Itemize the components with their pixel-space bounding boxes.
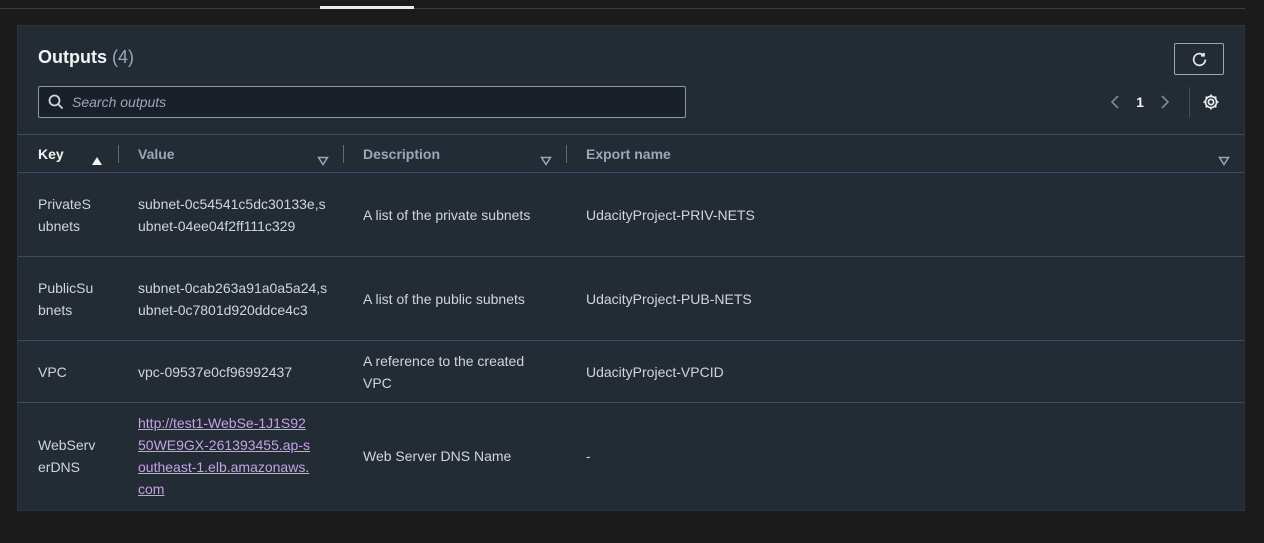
cell-export-name: UdacityProject-PUB-NETS	[586, 288, 986, 310]
sort-indicator-icon[interactable]	[1218, 135, 1230, 173]
gear-icon	[1202, 93, 1220, 111]
table-row: PrivateSubnets subnet-0c54541c5dc30133e,…	[18, 173, 1244, 257]
preferences-button[interactable]	[1202, 92, 1220, 112]
cell-value-text: subnet-0c54541c5dc30133e,subnet-04ee04f2…	[138, 196, 326, 234]
web-server-dns-link[interactable]: http://test1-WebSe-1J1S9250WE9GX-2613934…	[138, 412, 313, 500]
next-page-button[interactable]	[1156, 92, 1174, 112]
pagination: 1	[1106, 92, 1174, 112]
search-input[interactable]	[64, 87, 685, 117]
cell-description-text: A list of the public subnets	[363, 291, 525, 307]
sort-ascending-icon[interactable]	[91, 135, 103, 173]
cell-value: subnet-0c54541c5dc30133e,subnet-04ee04f2…	[138, 182, 328, 248]
cell-key: PublicSubnets	[38, 277, 98, 321]
cell-value: http://test1-WebSe-1J1S9250WE9GX-2613934…	[138, 412, 313, 500]
cell-key: VPC	[38, 361, 98, 383]
table-row: WebServerDNS http://test1-WebSe-1J1S9250…	[18, 403, 1244, 510]
column-header-description[interactable]: Description	[363, 135, 440, 173]
cell-export-name: -	[586, 445, 986, 467]
cell-export-name: UdacityProject-PRIV-NETS	[586, 204, 986, 226]
column-header-description-label: Description	[363, 146, 441, 162]
column-header-value-label: Value	[138, 146, 175, 162]
outputs-panel: Outputs (4) 1	[17, 25, 1245, 511]
cell-description-text: A list of the private subnets	[363, 207, 531, 223]
column-header-key[interactable]: Key	[38, 135, 64, 173]
previous-page-button[interactable]	[1106, 92, 1124, 112]
cell-value: vpc-09537e0cf96992437	[138, 361, 328, 383]
cell-key-text: WebServerDNS	[38, 437, 96, 475]
cell-key: PrivateSubnets	[38, 193, 98, 237]
table-row: VPC vpc-09537e0cf96992437 A reference to…	[18, 341, 1244, 403]
outputs-count: (4)	[112, 47, 135, 67]
column-resizer[interactable]	[118, 145, 119, 163]
cell-description-text: A reference to the created VPC	[363, 353, 525, 391]
sort-indicator-icon[interactable]	[540, 135, 552, 173]
cell-value-text: subnet-0cab263a91a0a5a24,subnet-0c7801d9…	[138, 280, 328, 318]
tab-bar-divider	[0, 8, 1245, 9]
column-header-key-label: Key	[38, 146, 64, 162]
refresh-button[interactable]	[1174, 43, 1224, 75]
column-header-export-name-label: Export name	[586, 146, 671, 162]
search-field[interactable]	[38, 86, 686, 118]
panel-title-text: Outputs	[38, 47, 107, 67]
column-resizer[interactable]	[566, 145, 567, 163]
current-page-number[interactable]: 1	[1130, 94, 1150, 110]
cell-export-name-text: UdacityProject-PUB-NETS	[586, 291, 752, 307]
cell-export-name-text: UdacityProject-VPCID	[586, 364, 724, 380]
cell-key-text: PrivateSubnets	[38, 196, 91, 234]
cell-value: subnet-0cab263a91a0a5a24,subnet-0c7801d9…	[138, 266, 328, 332]
chevron-right-icon	[1160, 94, 1170, 110]
cell-key: WebServerDNS	[38, 434, 98, 478]
search-icon	[48, 94, 64, 110]
cell-export-name-text: UdacityProject-PRIV-NETS	[586, 207, 755, 223]
chevron-left-icon	[1110, 94, 1120, 110]
column-header-export-name[interactable]: Export name	[586, 135, 671, 173]
table-row: PublicSubnets subnet-0cab263a91a0a5a24,s…	[18, 257, 1244, 341]
cell-export-name: UdacityProject-VPCID	[586, 361, 986, 383]
refresh-icon	[1191, 51, 1208, 68]
cell-key-text: PublicSubnets	[38, 280, 94, 318]
pagination-divider	[1189, 87, 1190, 118]
cell-description: A reference to the created VPC	[363, 350, 548, 394]
cell-description: Web Server DNS Name	[363, 445, 548, 467]
column-resizer[interactable]	[343, 145, 344, 163]
cell-description-text: Web Server DNS Name	[363, 448, 512, 464]
cell-value-text: vpc-09537e0cf96992437	[138, 364, 293, 380]
cell-description: A list of the private subnets	[363, 204, 548, 226]
outputs-table: Key Value Description Export name Privat…	[18, 134, 1244, 510]
panel-title: Outputs (4)	[38, 47, 134, 68]
cell-description: A list of the public subnets	[363, 288, 548, 310]
active-tab-indicator	[320, 6, 414, 9]
column-header-value[interactable]: Value	[138, 135, 175, 173]
cell-export-name-text: -	[586, 448, 591, 464]
table-header: Key Value Description Export name	[18, 134, 1244, 173]
sort-indicator-icon[interactable]	[317, 135, 329, 173]
cell-key-text: VPC	[38, 364, 67, 380]
